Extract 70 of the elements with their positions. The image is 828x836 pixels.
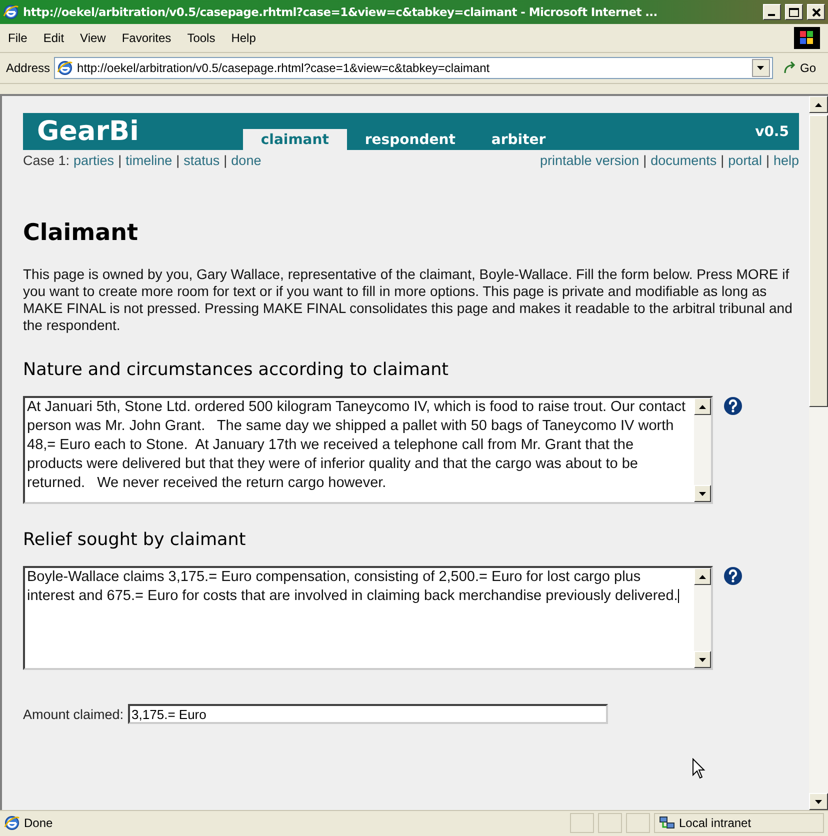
help-icon[interactable] <box>723 566 743 586</box>
menu-item[interactable]: Favorites <box>122 31 172 45</box>
maximize-icon <box>789 8 799 16</box>
separator: | <box>118 153 122 168</box>
nav-link[interactable]: portal <box>728 153 762 168</box>
window-title: http://oekel/arbitration/v0.5/casepage.rhtml?case=1&view=c&tabkey=claimant - Microsoft Internet ... <box>23 5 658 19</box>
separator: | <box>766 153 770 168</box>
nav-link[interactable]: status <box>184 153 220 168</box>
close-button[interactable] <box>807 4 825 20</box>
help-icon[interactable] <box>723 396 743 416</box>
down-arrow-icon <box>699 658 706 662</box>
address-label: Address <box>6 61 50 75</box>
version-label: v0.5 <box>755 124 789 140</box>
nav-link[interactable]: help <box>773 153 799 168</box>
status-pane <box>626 813 650 833</box>
section-heading: Nature and circumstances according to claimant <box>23 360 450 380</box>
close-icon <box>812 8 820 16</box>
nav-link[interactable]: printable version <box>540 153 640 168</box>
scroll-down-button[interactable] <box>809 793 828 810</box>
status-pane <box>598 813 622 833</box>
tab[interactable]: claimant <box>242 129 347 150</box>
menu-item[interactable]: View <box>80 31 106 45</box>
menu-item[interactable]: Help <box>231 31 256 45</box>
text-area[interactable]: Boyle-Wallace claims 3,175.= Euro compensation, consisting of 2,500.= Euro for lost cargo plus interest and 675.= Euro for costs that are involved in claiming back merchandise previously delivered. <box>23 566 713 670</box>
scroll-up-button[interactable] <box>694 398 711 415</box>
separator: | <box>176 153 180 168</box>
separator: | <box>643 153 647 168</box>
intro-paragraph: This page is owned by you, Gary Wallace, representative of the claimant, Boyle-Wallace. Fill the form below. Press MORE if you want to create more room for text or if you want to fill in more options. This page is private and modifiable as long as MAKE FINAL is not pressed. Pressing MAKE FINAL consolidates this page and makes it readable to the arbitral tribunal and the respondent. <box>23 266 794 334</box>
scroll-down-button[interactable] <box>694 485 711 502</box>
amount-label: Amount claimed: <box>23 706 124 722</box>
page-icon <box>57 60 74 76</box>
menu-item[interactable]: Edit <box>43 31 64 45</box>
go-button[interactable]: Go <box>776 61 822 75</box>
status-text: Done <box>24 816 54 830</box>
status-pane <box>570 813 594 833</box>
case-label: Case 1: <box>23 153 70 168</box>
menu-item[interactable]: File <box>8 31 28 45</box>
tab[interactable]: arbiter <box>473 129 564 150</box>
windows-logo-icon <box>794 27 820 49</box>
logo: GearBi <box>37 116 139 147</box>
amount-field[interactable]: 3,175.= Euro <box>128 704 608 724</box>
scrollbar-thumb[interactable] <box>809 115 828 407</box>
text-area[interactable]: At Januari 5th, Stone Ltd. ordered 500 kilogram Taneycomo IV, which is food to raise trout. Our contact person was Mr. John Grant. The same day we shipped a pallet with 50 bags of Taneycomo IV worth 48,= Euro each to Stone. At January 17th we received a telephone call from Mr. Grant that the products were delivered but that they were of inferior quality and that the cargo was about to be returned. We never received the return cargo however. <box>23 396 713 504</box>
scroll-down-button[interactable] <box>694 651 711 668</box>
mouse-pointer-icon <box>692 758 706 780</box>
page-icon <box>4 815 20 831</box>
page-heading: Claimant <box>23 220 140 246</box>
nav-link[interactable]: documents <box>650 153 717 168</box>
zone-label: Local intranet <box>679 816 752 830</box>
nav-link[interactable]: parties <box>74 153 114 168</box>
separator: | <box>224 153 228 168</box>
up-arrow-icon <box>699 574 706 578</box>
address-field[interactable]: http://oekel/arbitration/v0.5/casepage.rhtml?case=1&view=c&tabkey=claimant <box>54 57 773 79</box>
network-icon <box>659 815 675 831</box>
scroll-up-button[interactable] <box>809 96 828 113</box>
down-arrow-icon <box>699 492 706 496</box>
up-arrow-icon <box>699 404 706 408</box>
menu-item[interactable]: Tools <box>187 31 216 45</box>
separator: | <box>720 153 724 168</box>
browser-icon <box>3 4 19 20</box>
section-heading: Relief sought by claimant <box>23 530 247 550</box>
down-arrow-icon <box>815 800 822 804</box>
minimize-button[interactable] <box>763 4 781 20</box>
nav-link[interactable]: timeline <box>126 153 172 168</box>
tab[interactable]: respondent <box>346 129 474 150</box>
maximize-button[interactable] <box>785 4 803 20</box>
nav-link[interactable]: done <box>231 153 262 168</box>
scroll-up-button[interactable] <box>694 568 711 585</box>
arrow-icon <box>782 61 797 75</box>
up-arrow-icon <box>815 102 822 106</box>
